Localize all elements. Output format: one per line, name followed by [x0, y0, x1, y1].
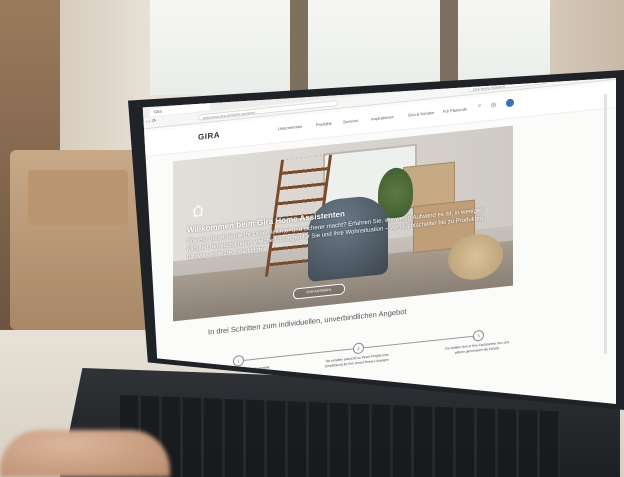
person-hand [0, 430, 170, 477]
search-icon[interactable]: ⌕ [478, 103, 481, 110]
step-circle-3: 3 [473, 329, 484, 342]
laptop-screen: Gira ‹ › ⟳ www.shop.gira.de/home-assiste… [142, 78, 616, 404]
step-text-3: Sie wählen Ihre in Ihre Fachpartner aus … [444, 339, 510, 355]
web-page: Gira ‹ › ⟳ www.shop.gira.de/home-assiste… [142, 78, 616, 404]
step-circle-1: 1 [233, 354, 244, 368]
step-text-2: Sie erhalten passend zu Ihrem Projekt ei… [325, 352, 389, 368]
chair-backrest [28, 170, 128, 225]
window-frame [290, 0, 308, 95]
home-icon [192, 204, 204, 217]
globe-icon[interactable]: ◎ [491, 101, 496, 109]
step-circle-2: 2 [353, 342, 364, 355]
page-scrollbar[interactable] [604, 93, 607, 355]
back-icon[interactable]: ‹ › ⟳ [146, 118, 156, 125]
hero-banner: Willkommen beim Gira Home Assistenten Wi… [173, 125, 513, 322]
